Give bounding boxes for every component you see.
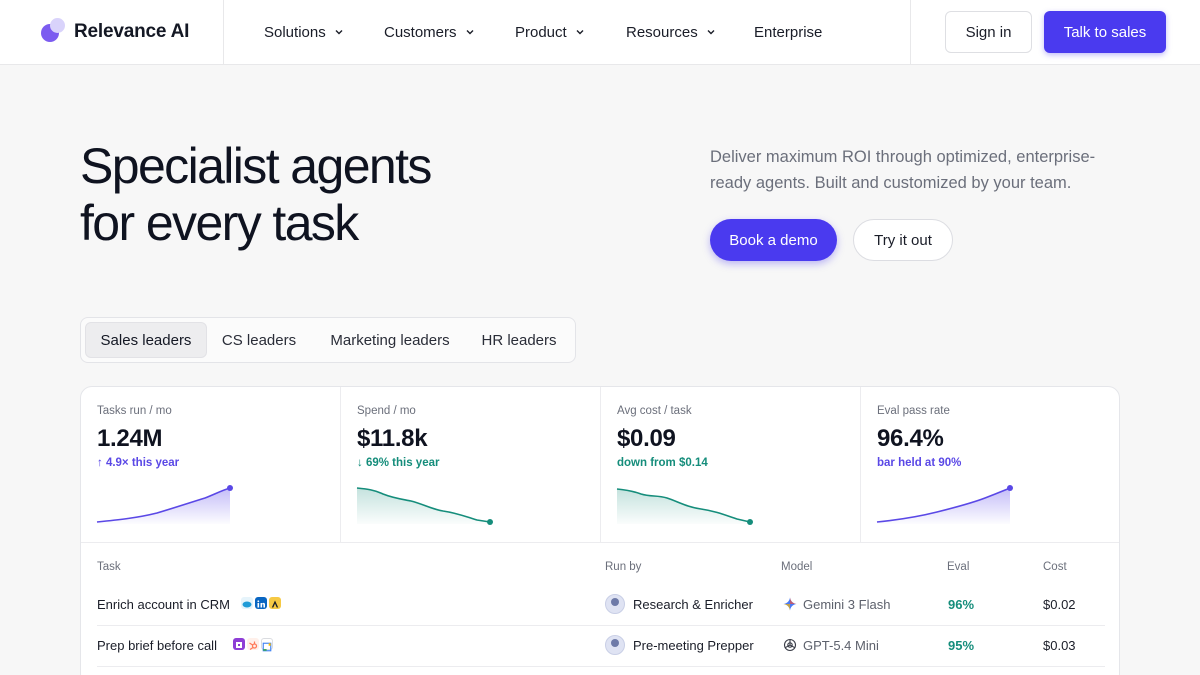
tab-hr-leaders[interactable]: HR leaders	[471, 322, 567, 358]
calendar-icon	[261, 638, 273, 652]
metric-label: Avg cost / task	[617, 405, 692, 417]
column-header-model: Model	[781, 561, 813, 573]
metric-label: Eval pass rate	[877, 405, 950, 417]
task-cost: $0.02	[1043, 597, 1076, 612]
metric-eval-pass-rate: Eval pass rate 96.4% bar held at 90%	[861, 387, 1119, 542]
sparkline-down	[356, 487, 493, 525]
hero-title: Specialist agents for every task	[80, 138, 432, 251]
chevron-down-icon	[576, 30, 584, 35]
brand-logo[interactable]: Relevance AI	[40, 18, 189, 46]
tab-cs-leaders[interactable]: CS leaders	[209, 322, 309, 358]
apollo-icon	[269, 597, 281, 609]
column-header-cost: Cost	[1043, 561, 1067, 573]
site-header: Relevance AI Solutions Customers Product…	[0, 0, 1200, 65]
table-row[interactable]: Enrich account in CRM Research & Enriche…	[97, 585, 1105, 626]
metric-label: Tasks run / mo	[97, 405, 172, 417]
header-divider	[223, 0, 224, 64]
nav-customers[interactable]: Customers	[384, 22, 475, 42]
sign-in-button[interactable]: Sign in	[945, 11, 1032, 53]
task-name: Prep brief before call	[97, 638, 217, 653]
column-header-task: Task	[97, 561, 121, 573]
metric-tasks-run: Tasks run / mo 1.24M ↑ 4.9× this year	[81, 387, 341, 542]
metric-value: 96.4%	[877, 425, 944, 452]
metric-delta: ↓ 69% this year	[357, 457, 440, 469]
metric-spend: Spend / mo $11.8k ↓ 69% this year	[341, 387, 601, 542]
tool-icons	[233, 638, 273, 652]
try-it-out-button[interactable]: Try it out	[853, 219, 953, 261]
agent-avatar	[605, 635, 625, 655]
card-divider	[81, 542, 1119, 543]
column-header-run-by: Run by	[605, 561, 642, 573]
nav-resources[interactable]: Resources	[626, 22, 716, 42]
run-by-agent: Pre-meeting Prepper	[633, 638, 754, 653]
model-name: GPT-5.4 Mini	[803, 638, 879, 653]
openai-icon	[783, 638, 797, 652]
chevron-down-icon	[466, 30, 474, 35]
tool-icons	[241, 597, 281, 609]
sparkline-up	[876, 485, 1013, 524]
agent-avatar	[605, 594, 625, 614]
salesforce-icon	[241, 597, 253, 609]
hero-subtitle: Deliver maximum ROI through optimized, e…	[710, 148, 1096, 192]
gong-icon	[233, 638, 245, 650]
metric-avg-cost: Avg cost / task $0.09 down from $0.14	[601, 387, 861, 542]
nav-product[interactable]: Product	[515, 22, 585, 42]
hubspot-icon	[247, 638, 259, 650]
metric-delta: bar held at 90%	[877, 457, 962, 469]
linkedin-icon	[255, 597, 267, 609]
run-by-agent: Research & Enricher	[633, 597, 753, 612]
tab-marketing-leaders[interactable]: Marketing leaders	[315, 322, 465, 358]
relevance-logo-icon	[40, 18, 68, 46]
metric-value: 1.24M	[97, 425, 163, 452]
nav-enterprise[interactable]: Enterprise	[754, 22, 822, 42]
model-name: Gemini 3 Flash	[803, 597, 891, 612]
audience-tabs: Sales leaders CS leaders Marketing leade…	[80, 317, 576, 363]
book-demo-button[interactable]: Book a demo	[710, 219, 837, 261]
metric-label: Spend / mo	[357, 405, 416, 417]
sparkline-up	[96, 485, 233, 524]
nav-solutions[interactable]: Solutions	[264, 22, 344, 42]
task-cost: $0.03	[1043, 638, 1076, 653]
talk-to-sales-button[interactable]: Talk to sales	[1044, 11, 1166, 53]
tab-sales-leaders[interactable]: Sales leaders	[85, 322, 207, 358]
chevron-down-icon	[335, 30, 343, 35]
table-row[interactable]: Prep brief before call Pre-meeting Prepp…	[97, 626, 1105, 667]
metric-delta: ↑ 4.9× this year	[97, 457, 180, 469]
column-header-eval: Eval	[947, 561, 970, 573]
brand-name: Relevance AI	[74, 21, 190, 42]
eval-score: 95%	[948, 638, 975, 653]
header-divider	[910, 0, 911, 64]
eval-score: 96%	[948, 597, 975, 612]
dashboard-card: Tasks run / mo 1.24M ↑ 4.9× this year Sp…	[80, 386, 1120, 675]
sparkline-down	[616, 488, 753, 525]
metric-value: $0.09	[617, 425, 676, 452]
gemini-icon	[783, 597, 797, 611]
metric-delta: down from $0.14	[617, 457, 708, 469]
task-name: Enrich account in CRM	[97, 597, 230, 612]
chevron-down-icon	[707, 30, 715, 35]
metric-value: $11.8k	[357, 425, 428, 452]
